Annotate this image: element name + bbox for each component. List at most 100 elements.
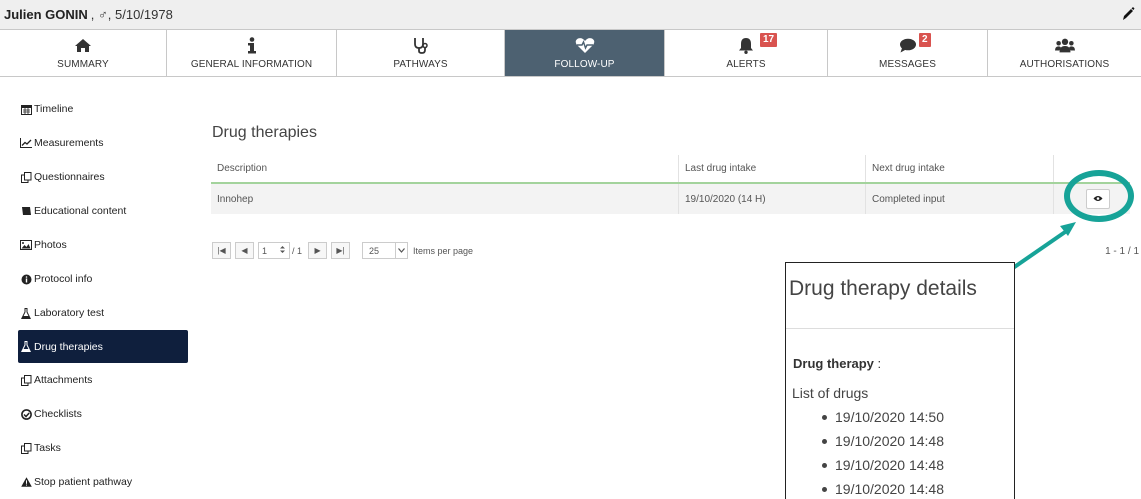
drug-therapy-details-panel: Drug therapy details Drug therapy : List… [785, 262, 1015, 499]
comment-icon [898, 36, 918, 54]
sidebar-item-label: Attachments [34, 374, 93, 386]
column-header-next-drug-intake[interactable]: Next drug intake [866, 155, 1054, 182]
patient-name: Julien GONIN [4, 7, 88, 22]
patient-meta: , ♂, 5/10/1978 [90, 7, 173, 22]
sidebar-item-checklists[interactable]: Checklists [18, 397, 190, 431]
tab-messages[interactable]: 2 MESSAGES [828, 30, 988, 76]
calendar-icon [20, 104, 32, 115]
bell-icon [736, 36, 756, 54]
tab-label: SUMMARY [57, 59, 109, 70]
tab-label: GENERAL INFORMATION [190, 59, 313, 70]
sidebar-item-label: Tasks [34, 442, 61, 454]
tab-general-information[interactable]: GENERAL INFORMATION [167, 30, 337, 76]
chevron-down-icon [395, 243, 407, 258]
sidebar-item-label: Checklists [34, 408, 82, 420]
sidebar-item-label: Measurements [34, 137, 104, 149]
tab-alerts[interactable]: 17 ALERTS [665, 30, 828, 76]
sidebar-item-protocol-info[interactable]: Protocol info [18, 262, 190, 296]
page-title: Drug therapies [212, 124, 317, 141]
sidebar-item-label: Laboratory test [34, 307, 105, 319]
drug-list: 19/10/2020 14:50 19/10/2020 14:48 19/10/… [786, 401, 1014, 499]
sidebar-item-laboratory-test[interactable]: Laboratory test [18, 296, 190, 330]
highlight-circle [1064, 170, 1134, 222]
sidebar-item-drug-therapies[interactable]: Drug therapies [18, 330, 188, 363]
sidebar: Timeline Measurements Questionnaires Edu… [18, 92, 190, 499]
sidebar-item-questionnaires[interactable]: Questionnaires [18, 160, 190, 194]
heartbeat-icon [575, 36, 595, 54]
page-number-input[interactable]: 1 [258, 242, 290, 259]
messages-badge: 2 [919, 33, 931, 47]
items-count: 1 - 1 / 1 [1105, 246, 1139, 257]
tab-label: PATHWAYS [393, 59, 448, 70]
first-page-button[interactable]: |◀ [212, 242, 231, 259]
patient-header: Julien GONIN , ♂, 5/10/1978 [0, 0, 1141, 29]
sidebar-item-label: Timeline [34, 103, 74, 115]
spinner-icon [279, 245, 286, 256]
stethoscope-icon [411, 36, 431, 54]
sidebar-item-timeline[interactable]: Timeline [18, 92, 190, 126]
warning-icon [20, 477, 32, 488]
home-icon [73, 36, 93, 54]
sidebar-item-measurements[interactable]: Measurements [18, 126, 190, 160]
column-header-description[interactable]: Description [211, 155, 679, 182]
table-row[interactable]: Innohep 19/10/2020 (14 H) Completed inpu… [211, 184, 1130, 214]
drug-therapies-table: Description Last drug intake Next drug i… [211, 155, 1130, 214]
drug-therapy-label-suffix: : [873, 356, 882, 371]
copy-icon [20, 442, 32, 454]
sidebar-item-label: Stop patient pathway [34, 476, 133, 488]
pagination: |◀ ◀ 1 / 1 ▶ ▶| 25 Items per page [212, 242, 473, 259]
drug-list-title: List of drugs [792, 385, 869, 401]
pencil-icon[interactable] [1121, 6, 1135, 22]
sidebar-item-label: Drug therapies [34, 340, 103, 353]
copy-icon [20, 171, 32, 183]
page-number-value: 1 [262, 245, 268, 256]
info-icon [242, 36, 262, 54]
alerts-badge: 17 [760, 33, 778, 47]
main-tabs: SUMMARY GENERAL INFORMATION PATHWAYS FOL… [0, 29, 1141, 77]
tab-pathways[interactable]: PATHWAYS [337, 30, 505, 76]
book-icon [20, 206, 32, 217]
image-icon [20, 240, 32, 251]
cell-next-drug-intake: Completed input [866, 184, 1054, 214]
tab-summary[interactable]: SUMMARY [0, 30, 167, 76]
sidebar-item-educational-content[interactable]: Educational content [18, 194, 190, 228]
page-size-value: 25 [369, 245, 380, 256]
last-page-button[interactable]: ▶| [331, 242, 351, 259]
details-title: Drug therapy details [786, 263, 1014, 329]
sidebar-item-photos[interactable]: Photos [18, 228, 190, 262]
tab-authorisations[interactable]: AUTHORISATIONS [988, 30, 1141, 76]
list-item: 19/10/2020 14:50 [822, 405, 1014, 429]
list-item: 19/10/2020 14:48 [822, 429, 1014, 453]
tab-label: ALERTS [726, 59, 766, 70]
page: Julien GONIN , ♂, 5/10/1978 SUMMARY GENE… [0, 0, 1141, 499]
sidebar-item-label: Protocol info [34, 273, 93, 285]
table-header: Description Last drug intake Next drug i… [211, 155, 1130, 184]
tab-label: AUTHORISATIONS [1019, 59, 1110, 70]
copy-icon [20, 374, 32, 386]
cell-description: Innohep [211, 184, 679, 214]
info-circle-icon [20, 274, 32, 285]
drug-therapy-label: Drug therapy [793, 356, 874, 371]
details-label: Drug therapy : [786, 329, 1014, 371]
flask-icon [20, 341, 32, 352]
tab-label: FOLLOW-UP [554, 59, 615, 70]
tab-follow-up[interactable]: FOLLOW-UP [505, 30, 665, 76]
list-item: 19/10/2020 14:48 [822, 477, 1014, 499]
list-item: 19/10/2020 14:48 [822, 453, 1014, 477]
tab-label: MESSAGES [879, 59, 936, 70]
line-chart-icon [20, 138, 32, 149]
cell-last-drug-intake: 19/10/2020 (14 H) [679, 184, 866, 214]
next-page-button[interactable]: ▶ [308, 242, 328, 259]
sidebar-item-stop-patient-pathway[interactable]: Stop patient pathway [18, 465, 190, 499]
sidebar-item-tasks[interactable]: Tasks [18, 431, 190, 465]
flask-icon [20, 307, 32, 319]
sidebar-item-label: Educational content [34, 205, 127, 217]
sidebar-item-attachments[interactable]: Attachments [18, 363, 190, 397]
column-header-last-drug-intake[interactable]: Last drug intake [679, 155, 866, 182]
check-circle-icon [20, 408, 32, 420]
items-per-page-label: Items per page [413, 245, 474, 256]
previous-page-button[interactable]: ◀ [235, 242, 254, 259]
users-icon [1054, 36, 1075, 54]
page-size-select[interactable]: 25 [362, 242, 409, 259]
page-total: / 1 [292, 245, 303, 256]
